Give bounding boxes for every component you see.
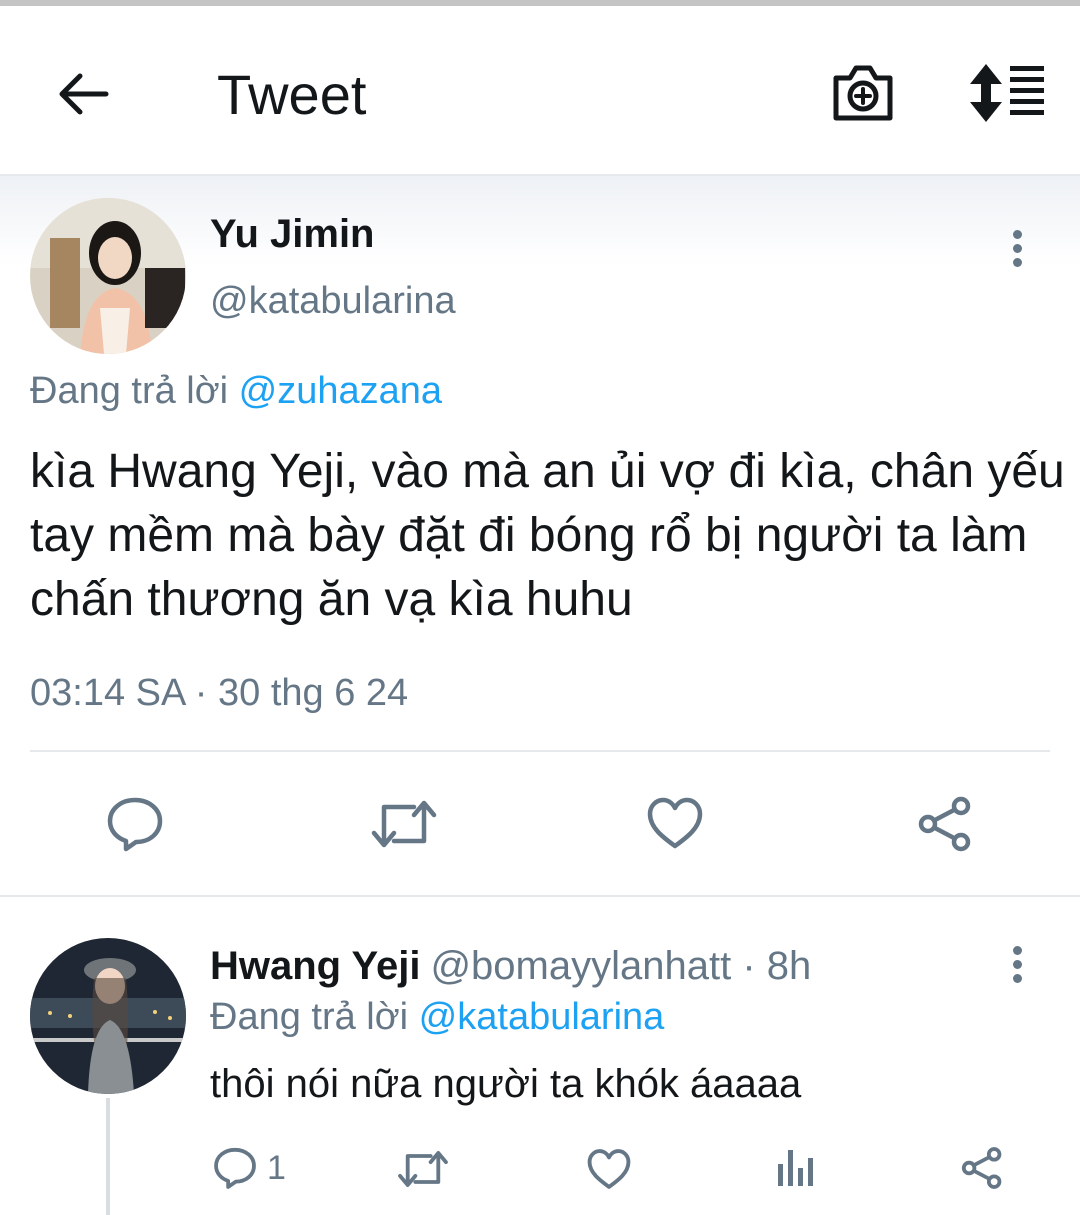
more-icon-dot: [1012, 974, 1022, 983]
mention-link[interactable]: @katabularina: [419, 996, 665, 1038]
thread-line: [106, 1098, 110, 1215]
share-icon: [961, 1147, 1002, 1189]
sort-button[interactable]: [968, 60, 1048, 126]
more-icon-dot: [1012, 960, 1022, 969]
page-title: Tweet: [217, 63, 367, 126]
reply-reply-button[interactable]: 1: [213, 1146, 286, 1190]
reply-icon: [214, 1147, 256, 1189]
divider: [30, 750, 1050, 752]
reply-like-button[interactable]: [586, 1148, 632, 1190]
retweet-icon: [398, 1151, 448, 1187]
reply-count: 1: [267, 1148, 286, 1187]
like-icon: [587, 1149, 631, 1189]
author-handle[interactable]: @katabularina: [210, 280, 456, 323]
reply-text: thôi nói nữa người ta khók áaaaa: [210, 1062, 802, 1106]
sort-list-icon: [970, 64, 1044, 122]
reply-replying-to: Đang trả lời @katabularina: [210, 996, 664, 1039]
reply-author-name[interactable]: Hwang Yeji: [210, 944, 420, 988]
retweet-button[interactable]: [370, 797, 438, 851]
like-icon: [647, 797, 703, 849]
reply-button[interactable]: [106, 795, 164, 853]
top-app-bar: Tweet: [0, 6, 1080, 176]
camera-button[interactable]: [830, 60, 896, 126]
camera-add-icon: [833, 65, 893, 121]
author-name[interactable]: Yu Jimin: [210, 212, 375, 257]
reply-icon: [107, 797, 163, 852]
more-icon-dot: [1012, 244, 1022, 253]
replying-prefix: Đang trả lời: [210, 996, 409, 1038]
back-button[interactable]: [54, 64, 114, 124]
replying-prefix: Đang trả lời: [30, 370, 229, 412]
like-button[interactable]: [646, 796, 704, 850]
replying-to: Đang trả lời @zuhazana: [30, 370, 442, 413]
more-icon: [1012, 946, 1022, 955]
reply-header: Hwang Yeji @bomayylanhatt · 8h: [210, 944, 811, 989]
reply-author-handle[interactable]: @bomayylanhatt · 8h: [430, 944, 811, 988]
more-icon: [1012, 230, 1022, 239]
retweet-icon: [371, 800, 437, 848]
section-divider: [0, 895, 1080, 897]
tweet-text: kìa Hwang Yeji, vào mà an ủi vợ đi kìa, …: [30, 445, 1065, 626]
reply-analytics-button[interactable]: [776, 1146, 816, 1188]
reply-more-options-button[interactable]: [1007, 946, 1027, 990]
tweet-timestamp: 03:14 SA · 30 thg 6 24: [30, 672, 409, 714]
arrow-left-icon: [59, 73, 109, 115]
analytics-icon: [778, 1150, 813, 1186]
share-icon: [918, 796, 971, 852]
share-button[interactable]: [916, 795, 974, 853]
reply-retweet-button[interactable]: [397, 1148, 449, 1190]
reply-share-button[interactable]: [960, 1146, 1004, 1190]
reply-author-avatar[interactable]: [30, 938, 186, 1094]
author-avatar[interactable]: [30, 198, 186, 354]
more-icon-dot: [1012, 258, 1022, 267]
mention-link[interactable]: @zuhazana: [239, 370, 442, 412]
more-options-button[interactable]: [1007, 230, 1027, 274]
